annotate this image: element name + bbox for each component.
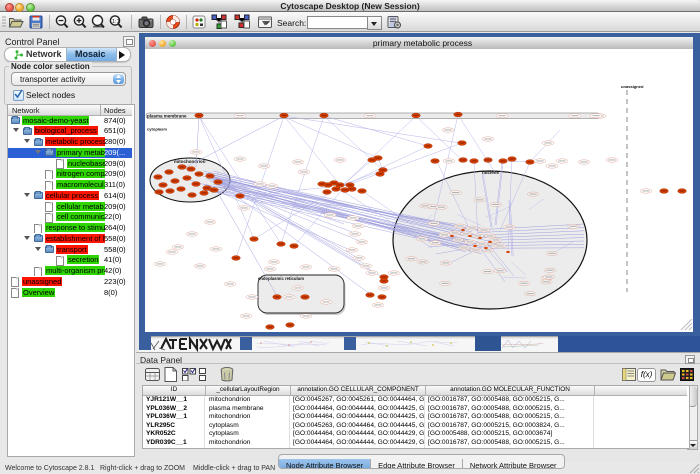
svg-text:mitochondrion: mitochondrion xyxy=(174,159,206,164)
svg-text:endoplasmic reticulum: endoplasmic reticulum xyxy=(258,276,304,281)
svg-text:cytoplasm: cytoplasm xyxy=(147,127,167,132)
svg-text:nucleus: nucleus xyxy=(482,170,500,175)
svg-text:unassigned: unassigned xyxy=(621,84,644,89)
svg-text:plasma membrane: plasma membrane xyxy=(147,114,187,119)
